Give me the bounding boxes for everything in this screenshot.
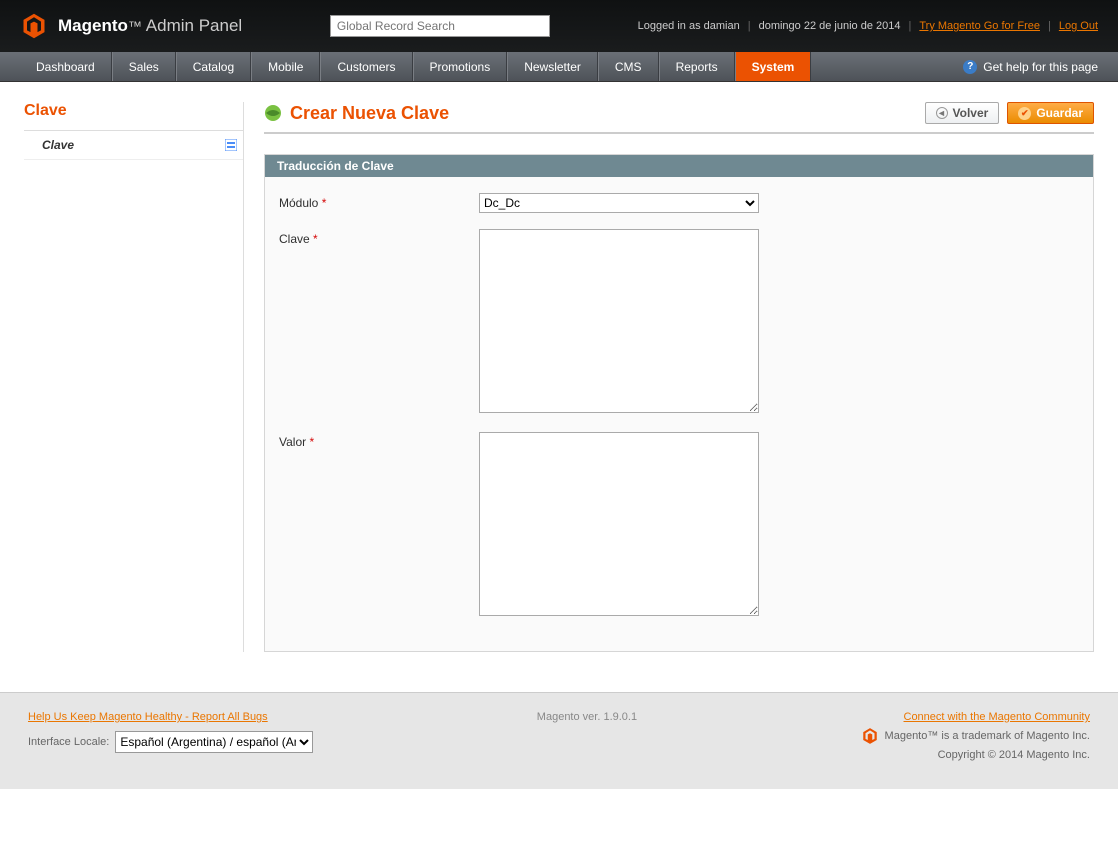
save-button-label: Guardar: [1036, 106, 1083, 120]
nav-newsletter[interactable]: Newsletter: [507, 52, 598, 81]
globe-icon: [264, 104, 282, 122]
sidebar-item-label: Clave: [42, 138, 74, 152]
check-icon: ✔: [1018, 107, 1031, 120]
magento-logo-small-icon: [861, 727, 879, 745]
nav-mobile[interactable]: Mobile: [251, 52, 320, 81]
nav-help[interactable]: ? Get help for this page: [963, 52, 1118, 81]
page-title: Crear Nueva Clave: [290, 103, 449, 124]
header-bar: Magento™ Admin Panel Logged in as damian…: [0, 0, 1118, 52]
modulo-select[interactable]: Dc_Dc: [479, 193, 759, 213]
nav-cms[interactable]: CMS: [598, 52, 659, 81]
help-icon: ?: [963, 60, 977, 74]
copyright-text: Copyright © 2014 Magento Inc.: [861, 749, 1090, 761]
sidebar: Clave Clave: [24, 102, 244, 652]
footer: Help Us Keep Magento Healthy - Report Al…: [0, 692, 1118, 789]
main-nav: Dashboard Sales Catalog Mobile Customers…: [0, 52, 1118, 82]
locale-label: Interface Locale:: [28, 736, 109, 748]
content-head: Crear Nueva Clave ◄ Volver ✔ Guardar: [264, 102, 1094, 134]
locale-select[interactable]: Español (Argentina) / español (Ar: [115, 731, 313, 753]
logo-text: Magento™ Admin Panel: [58, 16, 242, 36]
report-bugs-link[interactable]: Help Us Keep Magento Healthy - Report Al…: [28, 711, 313, 723]
logo: Magento™ Admin Panel: [20, 12, 242, 40]
sidebar-title: Clave: [24, 102, 243, 131]
nav-catalog[interactable]: Catalog: [176, 52, 251, 81]
global-search-input[interactable]: [330, 15, 550, 37]
version-text: Magento ver. 1.9.0.1: [537, 711, 637, 761]
nav-help-label: Get help for this page: [983, 60, 1098, 74]
back-button-label: Volver: [953, 106, 989, 120]
trademark-text: Magento™ is a trademark of Magento Inc.: [885, 730, 1090, 742]
magento-logo-icon: [20, 12, 48, 40]
nav-system[interactable]: System: [735, 52, 812, 81]
logout-link[interactable]: Log Out: [1059, 20, 1098, 32]
back-button[interactable]: ◄ Volver: [925, 102, 1000, 124]
nav-customers[interactable]: Customers: [320, 52, 412, 81]
nav-sales[interactable]: Sales: [112, 52, 176, 81]
content: Crear Nueva Clave ◄ Volver ✔ Guardar Tradu…: [264, 102, 1094, 652]
nav-dashboard[interactable]: Dashboard: [20, 52, 112, 81]
fieldset: Traducción de Clave Módulo * Dc_Dc Clave…: [264, 154, 1094, 652]
valor-textarea[interactable]: [479, 432, 759, 616]
try-magento-link[interactable]: Try Magento Go for Free: [919, 20, 1040, 32]
valor-label: Valor *: [279, 432, 479, 619]
date-text: domingo 22 de junio de 2014: [759, 20, 901, 32]
sidebar-item-clave[interactable]: Clave: [24, 131, 243, 160]
main-area: Clave Clave Crear Nueva Clave ◄ Volver ✔ G…: [0, 82, 1118, 692]
clave-textarea[interactable]: [479, 229, 759, 413]
save-button[interactable]: ✔ Guardar: [1007, 102, 1094, 124]
nav-promotions[interactable]: Promotions: [413, 52, 508, 81]
header-right: Logged in as damian | domingo 22 de juni…: [638, 20, 1098, 32]
nav-reports[interactable]: Reports: [659, 52, 735, 81]
logged-in-text: Logged in as damian: [638, 20, 740, 32]
clave-label: Clave *: [279, 229, 479, 416]
fieldset-legend: Traducción de Clave: [265, 155, 1093, 177]
community-link[interactable]: Connect with the Magento Community: [861, 711, 1090, 723]
modulo-label: Módulo *: [279, 193, 479, 213]
arrow-left-icon: ◄: [936, 107, 948, 119]
collapse-icon: [225, 139, 237, 151]
